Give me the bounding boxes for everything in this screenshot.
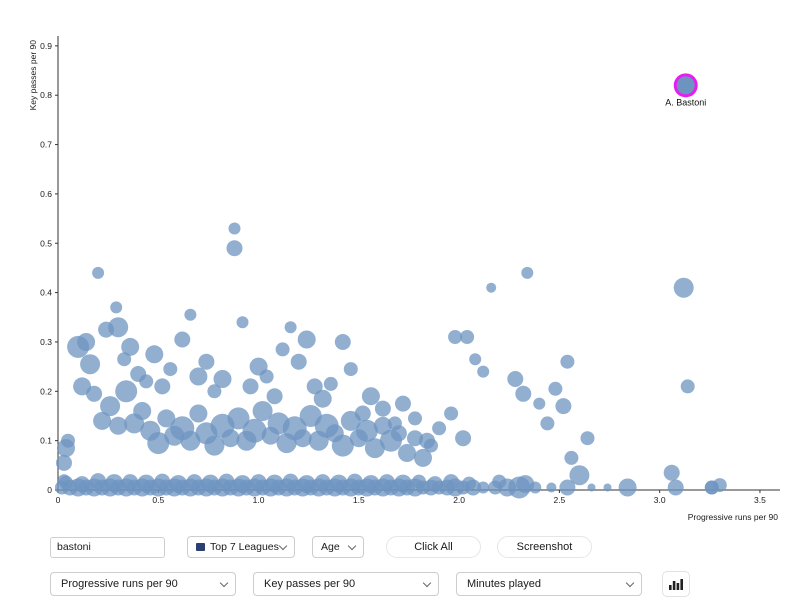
y-axis-metric-label: Key passes per 90 — [264, 578, 356, 590]
svg-text:0: 0 — [56, 495, 61, 505]
svg-text:A. Bastoni: A. Bastoni — [665, 97, 706, 107]
svg-text:3.5: 3.5 — [754, 495, 766, 505]
controls-row-primary: Top 7 Leagues Age Click All Screenshot — [50, 536, 592, 558]
svg-text:0.5: 0.5 — [40, 238, 52, 248]
chevron-down-icon — [424, 580, 431, 587]
svg-text:2.5: 2.5 — [553, 495, 565, 505]
svg-text:0.5: 0.5 — [152, 495, 164, 505]
svg-text:0.6: 0.6 — [40, 189, 52, 199]
age-select[interactable]: Age — [312, 536, 364, 558]
svg-text:1.5: 1.5 — [353, 495, 365, 505]
player-search-input[interactable] — [50, 536, 165, 558]
league-color-swatch-icon — [196, 543, 205, 551]
x-axis-metric-label: Progressive runs per 90 — [61, 578, 178, 590]
scatter-plot-app: 0 0.1 0.2 0.3 0.4 0.5 0.6 0.7 0.8 0.9 0 0.5 1.0 1.5 2.… — [0, 0, 800, 615]
svg-text:1.0: 1.0 — [253, 495, 265, 505]
chevron-down-icon — [221, 580, 228, 587]
bar-chart-icon — [669, 579, 683, 590]
svg-text:0.7: 0.7 — [40, 140, 52, 150]
svg-text:2.0: 2.0 — [453, 495, 465, 505]
svg-text:0.8: 0.8 — [40, 90, 52, 100]
scatter-plot-svg[interactable]: 0 0.1 0.2 0.3 0.4 0.5 0.6 0.7 0.8 0.9 0 0.5 1.0 1.5 2.… — [0, 0, 800, 525]
click-all-button[interactable]: Click All — [386, 536, 481, 558]
svg-text:0.9: 0.9 — [40, 41, 52, 51]
age-select-label: Age — [321, 541, 340, 553]
svg-text:0.4: 0.4 — [40, 288, 52, 298]
svg-text:3.0: 3.0 — [654, 495, 666, 505]
size-metric-select[interactable]: Minutes played — [456, 572, 642, 596]
league-select-label: Top 7 Leagues — [210, 541, 279, 553]
league-select[interactable]: Top 7 Leagues — [187, 536, 295, 558]
x-axis-metric-select[interactable]: Progressive runs per 90 — [50, 572, 236, 596]
y-axis-metric-select[interactable]: Key passes per 90 — [253, 572, 439, 596]
chevron-down-icon — [627, 580, 634, 587]
controls-row-axes: Progressive runs per 90 Key passes per 9… — [50, 571, 690, 597]
svg-text:0.3: 0.3 — [40, 337, 52, 347]
controls-panel: Top 7 Leagues Age Click All Screenshot P… — [0, 525, 800, 615]
chart-area: 0 0.1 0.2 0.3 0.4 0.5 0.6 0.7 0.8 0.9 0 0.5 1.0 1.5 2.… — [0, 0, 800, 525]
svg-text:Progressive runs per 90: Progressive runs per 90 — [688, 512, 779, 522]
size-metric-label: Minutes played — [467, 578, 541, 590]
svg-text:0: 0 — [47, 485, 52, 495]
chevron-down-icon — [280, 543, 287, 550]
chevron-down-icon — [349, 543, 356, 550]
bar-chart-toggle-button[interactable] — [662, 571, 690, 597]
svg-text:0.1: 0.1 — [40, 436, 52, 446]
svg-text:Key passes per 90: Key passes per 90 — [28, 40, 38, 111]
svg-text:0.2: 0.2 — [40, 386, 52, 396]
screenshot-button[interactable]: Screenshot — [497, 536, 592, 558]
